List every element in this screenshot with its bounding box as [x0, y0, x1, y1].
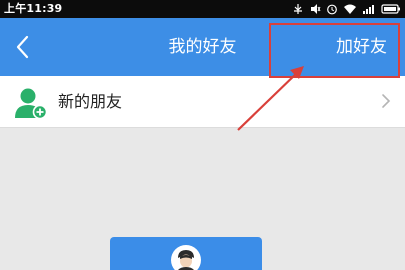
list-item-new-friends[interactable]: 新的朋友 [0, 76, 405, 128]
phone-screen: 上午11:39 我的好友 加好友 新的朋友 [0, 0, 405, 270]
mute-icon [311, 4, 321, 14]
avatar-icon [171, 245, 201, 270]
wifi-icon [344, 4, 356, 14]
alarm-icon [327, 4, 337, 15]
battery-icon [381, 4, 400, 14]
status-icons [292, 3, 401, 15]
status-bar: 上午11:39 [0, 0, 405, 18]
usb-icon [294, 4, 302, 14]
profile-card-button[interactable] [110, 237, 262, 270]
annotation-highlight-box [269, 23, 400, 78]
add-user-icon [15, 88, 48, 119]
chevron-right-icon [382, 94, 391, 108]
signal-icon [363, 5, 374, 14]
status-time: 上午11:39 [4, 2, 63, 15]
list-item-label: 新的朋友 [58, 92, 123, 111]
